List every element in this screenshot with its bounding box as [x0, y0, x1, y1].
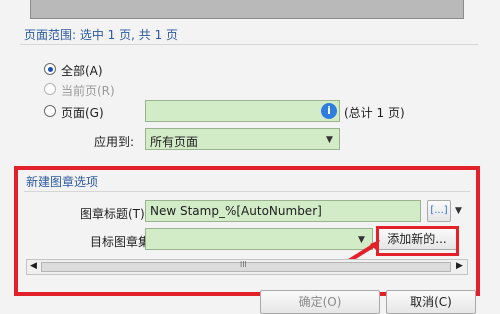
- preview-area: [30, 0, 464, 19]
- scrollbar-grip: lll: [240, 260, 247, 269]
- horizontal-scrollbar[interactable]: ◀ lll ▶: [26, 259, 468, 275]
- pages-input[interactable]: i: [145, 100, 340, 122]
- ok-button-label: 确定(O): [298, 295, 342, 309]
- macro-button[interactable]: [...]: [427, 200, 451, 222]
- ok-button[interactable]: 确定(O): [260, 290, 380, 314]
- radio-pages[interactable]: 页面(G): [44, 104, 144, 120]
- apply-to-value: 所有页面: [150, 135, 199, 149]
- cancel-button[interactable]: 取消(C): [386, 290, 476, 314]
- stamp-title-input[interactable]: New Stamp_%[AutoNumber]: [145, 200, 421, 222]
- divider: [20, 44, 478, 45]
- arrow-right-icon[interactable]: ▶: [456, 261, 463, 271]
- chevron-down-icon[interactable]: ▼: [326, 135, 333, 145]
- chevron-down-icon[interactable]: ▼: [455, 206, 462, 216]
- radio-all-label: 全部(A): [61, 64, 103, 78]
- radio-current-page[interactable]: 当前页(R): [44, 82, 144, 98]
- radio-all[interactable]: 全部(A): [44, 62, 144, 78]
- target-stamp-set-select[interactable]: ▼: [145, 228, 373, 250]
- stamp-title-label: 图章标题(T):: [80, 207, 149, 221]
- button-highlight: [376, 226, 459, 256]
- cancel-button-label: 取消(C): [410, 295, 452, 309]
- scrollbar-thumb[interactable]: lll: [41, 260, 451, 272]
- radio-current-label: 当前页(R): [61, 84, 115, 98]
- radio-all-circle[interactable]: [44, 63, 56, 75]
- info-icon[interactable]: i: [321, 103, 337, 119]
- radio-pages-label: 页面(G): [61, 106, 104, 120]
- new-stamp-section-title: 新建图章选项: [26, 175, 99, 189]
- total-pages-text: (总计 1 页): [344, 106, 405, 120]
- page-range-header: 页面范围: 选中 1 页, 共 1 页: [24, 28, 179, 42]
- apply-to-label: 应用到:: [94, 135, 135, 149]
- radio-pages-circle[interactable]: [44, 105, 56, 117]
- divider: [24, 191, 470, 192]
- apply-to-select[interactable]: 所有页面 ▼: [145, 128, 340, 150]
- arrow-left-icon[interactable]: ◀: [30, 261, 37, 271]
- stamp-title-value: New Stamp_%[AutoNumber]: [150, 204, 322, 218]
- radio-current-circle[interactable]: [44, 83, 56, 95]
